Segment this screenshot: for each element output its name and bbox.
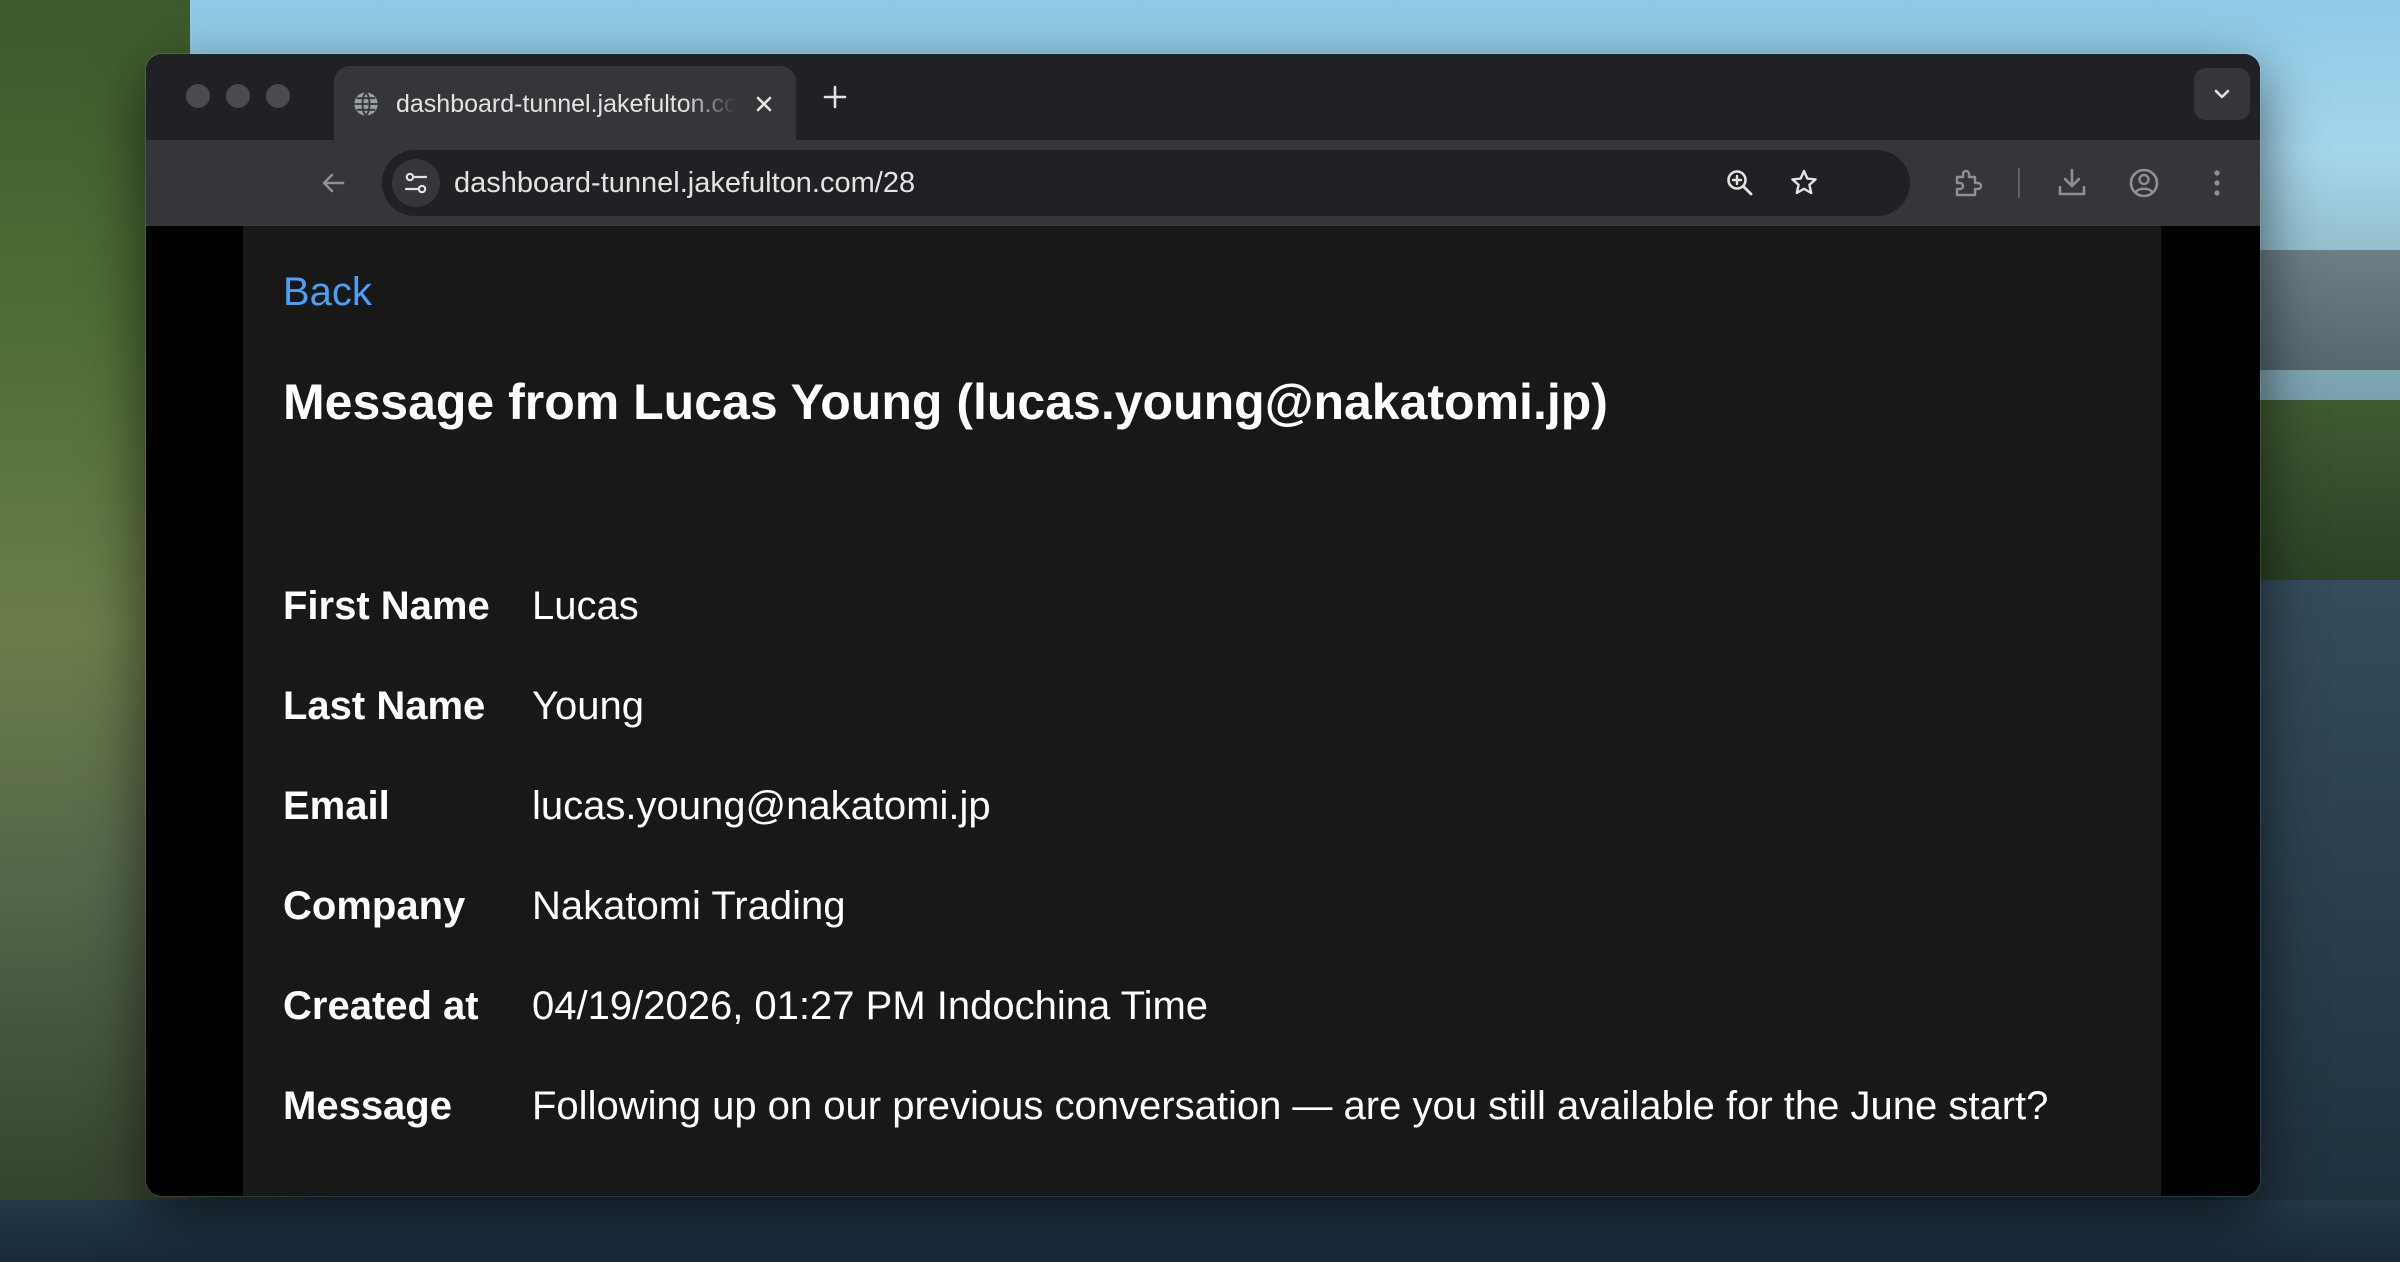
field-label: Message: [283, 1084, 452, 1128]
site-info-button[interactable]: [392, 159, 440, 207]
field-value: 04/19/2026, 01:27 PM Indochina Time: [532, 984, 1209, 1028]
field-row-email: Email lucas.young@nakatomi.jp: [283, 780, 2143, 832]
globe-icon: [352, 90, 380, 118]
profile-button[interactable]: [2123, 162, 2165, 204]
address-bar[interactable]: dashboard-tunnel.jakefulton.com/28: [382, 150, 1910, 216]
downloads-button[interactable]: [2051, 162, 2093, 204]
field-label: Created at: [283, 984, 479, 1028]
field-label: Company: [283, 884, 466, 928]
window-minimize-button[interactable]: [226, 84, 250, 108]
bookmark-button[interactable]: [1784, 163, 1824, 203]
field-label: Last Name: [283, 684, 486, 728]
field-value: Young: [532, 684, 644, 728]
toolbar-separator: [2018, 168, 2020, 198]
extensions-button[interactable]: [1946, 162, 1988, 204]
tab-active[interactable]: dashboard-tunnel.jakefulton.com/28: [334, 66, 796, 140]
page-title: Message from Lucas Young (lucas.young@na…: [283, 374, 1608, 430]
field-row-message: Message Following up on our previous con…: [283, 1080, 2143, 1132]
close-icon[interactable]: [748, 88, 780, 120]
window-close-button[interactable]: [186, 84, 210, 108]
field-label: Email: [283, 784, 390, 828]
back-button[interactable]: [310, 160, 356, 206]
browser-toolbar: dashboard-tunnel.jakefulton.com/28: [146, 140, 2260, 226]
tab-strip: dashboard-tunnel.jakefulton.com/28: [146, 54, 2260, 140]
plus-icon[interactable]: [818, 80, 852, 114]
wallpaper-shore: [2260, 400, 2400, 580]
browser-window: dashboard-tunnel.jakefulton.com/28: [146, 54, 2260, 1196]
field-label: First Name: [283, 584, 490, 628]
menu-button[interactable]: [2196, 162, 2238, 204]
url-text[interactable]: dashboard-tunnel.jakefulton.com/28: [454, 167, 915, 199]
field-value: lucas.young@nakatomi.jp: [532, 784, 991, 828]
page-content: Back Message from Lucas Young (lucas.you…: [243, 226, 2161, 1196]
field-value: Lucas: [532, 584, 639, 628]
page-viewport: Back Message from Lucas Young (lucas.you…: [146, 226, 2260, 1196]
zoom-button[interactable]: [1720, 163, 1760, 203]
field-value: Following up on our previous conversatio…: [532, 1084, 2049, 1128]
tab-title: dashboard-tunnel.jakefulton.com/28: [396, 90, 736, 118]
field-row-created-at: Created at 04/19/2026, 01:27 PM Indochin…: [283, 980, 2143, 1032]
field-row-last-name: Last Name Young: [283, 680, 2143, 732]
field-value: Nakatomi Trading: [532, 884, 846, 928]
window-zoom-button[interactable]: [266, 84, 290, 108]
field-row-first-name: First Name Lucas: [283, 580, 2143, 632]
tab-search-button[interactable]: [2194, 68, 2250, 120]
field-row-company: Company Nakatomi Trading: [283, 880, 2143, 932]
back-link[interactable]: Back: [283, 268, 372, 316]
wallpaper-water-bottom: [0, 1200, 2400, 1262]
